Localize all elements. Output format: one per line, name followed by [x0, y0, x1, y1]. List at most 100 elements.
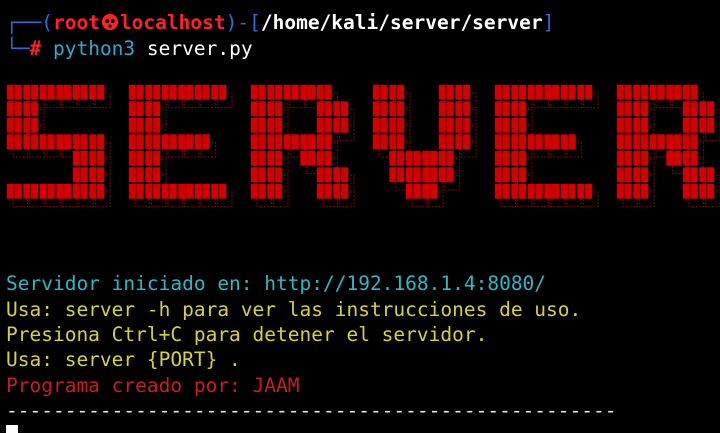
- banner-block-texture: [257, 134, 259, 150]
- banner-block-texture: [184, 84, 187, 100]
- banner-block-texture: [517, 134, 520, 150]
- prompt-line-1: ┌──(root localhost)-[/home/kali/server/se…: [6, 10, 554, 35]
- banner-block-texture: [29, 101, 32, 117]
- banner-block-texture: [79, 150, 81, 166]
- prompt-tree-bottom: └─: [6, 37, 30, 60]
- banner-block-texture: [46, 183, 48, 199]
- banner-block-texture: [623, 150, 625, 166]
- banner-block-texture: [445, 150, 447, 166]
- terminal-cursor[interactable]: [6, 425, 18, 433]
- banner-block-texture: [567, 84, 569, 100]
- banner-block-texture: [46, 84, 48, 100]
- banner-block-texture: [62, 183, 65, 199]
- banner-block-texture: [534, 183, 536, 199]
- banner-block-texture: [428, 183, 431, 199]
- banner-block-texture: [257, 101, 259, 117]
- banner-block-texture: [29, 84, 32, 100]
- prompt-path: /home/kali/server/server: [260, 11, 543, 34]
- banner-block-texture: [705, 117, 708, 133]
- banner-block-texture: [184, 134, 187, 150]
- banner-block-texture: [672, 150, 675, 166]
- banner-block-texture: [445, 134, 447, 150]
- banner-block-texture: [689, 101, 691, 117]
- banner-block-texture: [379, 101, 381, 117]
- banner-block-texture: [445, 101, 447, 117]
- banner-block-texture: [623, 183, 625, 199]
- banner-block-texture: [79, 183, 81, 199]
- banner-block-texture: [62, 84, 65, 100]
- banner-block-texture: [428, 167, 431, 183]
- banner-block-texture: [79, 84, 81, 100]
- banner-block-texture: [323, 134, 325, 150]
- banner-block-texture: [689, 134, 691, 150]
- banner-block-texture: [501, 101, 503, 117]
- prompt-host: localhost: [119, 11, 226, 34]
- banner-block-texture: [445, 117, 447, 133]
- banner-block-texture: [323, 150, 325, 166]
- banner-block-texture: [13, 101, 15, 117]
- banner-block-texture: [257, 150, 259, 166]
- prompt-close-paren: ): [225, 11, 238, 34]
- banner-block-texture: [461, 84, 464, 100]
- banner-block-texture: [445, 167, 447, 183]
- banner-block-texture: [273, 167, 276, 183]
- banner-block-texture: [79, 134, 81, 150]
- banner-block-texture: [623, 117, 625, 133]
- terminal-window[interactable]: ┌──(root localhost)-[/home/kali/server/se…: [0, 0, 720, 433]
- banner-block-texture: [550, 84, 553, 100]
- prompt-path-close: ]: [542, 11, 555, 34]
- banner-block-texture: [290, 134, 292, 150]
- prompt-hash: #: [29, 37, 42, 60]
- banner-block-texture: [13, 134, 15, 150]
- prompt-line-2: └─# python3 server.py: [6, 36, 253, 61]
- command-bin: python3: [52, 37, 136, 60]
- banner-block-texture: [323, 84, 325, 100]
- output-author: Programa creado por: JAAM: [6, 374, 300, 397]
- banner-block-texture: [339, 183, 342, 199]
- banner-block-texture: [201, 84, 203, 100]
- banner-block-texture: [151, 134, 154, 150]
- banner-block-texture: [517, 117, 520, 133]
- banner-block-texture: [13, 183, 15, 199]
- banner-block-texture: [201, 183, 203, 199]
- banner-block-texture: [583, 183, 586, 199]
- banner-block-texture: [168, 134, 170, 150]
- banner-block-texture: [168, 183, 170, 199]
- banner-block-texture: [151, 101, 154, 117]
- banner-block-texture: [168, 84, 170, 100]
- banner-block-texture: [95, 84, 98, 100]
- banner-block-texture: [339, 117, 342, 133]
- banner-block-texture: [29, 134, 32, 150]
- banner-block-texture: [79, 167, 81, 183]
- banner-block-texture: [550, 183, 553, 199]
- banner-block-texture: [567, 183, 569, 199]
- banner-block-texture: [135, 150, 137, 166]
- banner-block-texture: [306, 134, 309, 150]
- banner-block-texture: [567, 134, 569, 150]
- banner-block-texture: [534, 84, 536, 100]
- banner-block-texture: [306, 84, 309, 100]
- banner-block-texture: [639, 84, 642, 100]
- banner-block-texture: [273, 150, 276, 166]
- banner-block-texture: [339, 101, 342, 117]
- banner-block-texture: [257, 183, 259, 199]
- banner-block-texture: [13, 117, 15, 133]
- banner-block-texture: [583, 84, 586, 100]
- banner-block-texture: [412, 183, 414, 199]
- banner-block-texture: [273, 117, 276, 133]
- banner-block-texture: [461, 117, 464, 133]
- banner-block-texture: [135, 117, 137, 133]
- banner-block-texture: [95, 167, 98, 183]
- banner-block-texture: [273, 84, 276, 100]
- banner-block-texture: [379, 134, 381, 150]
- banner-block-texture: [501, 183, 503, 199]
- output-server-started: Servidor iniciado en: http://192.168.1.4…: [6, 272, 547, 295]
- banner-block-texture: [339, 167, 342, 183]
- banner-block-texture: [135, 167, 137, 183]
- prompt-dash: -: [237, 11, 250, 34]
- banner-block-texture: [623, 134, 625, 150]
- banner-block-texture: [656, 84, 658, 100]
- banner-block-texture: [184, 183, 187, 199]
- output-port-usage: Usa: server {PORT} .: [6, 348, 241, 371]
- command-arg: server.py: [146, 37, 253, 60]
